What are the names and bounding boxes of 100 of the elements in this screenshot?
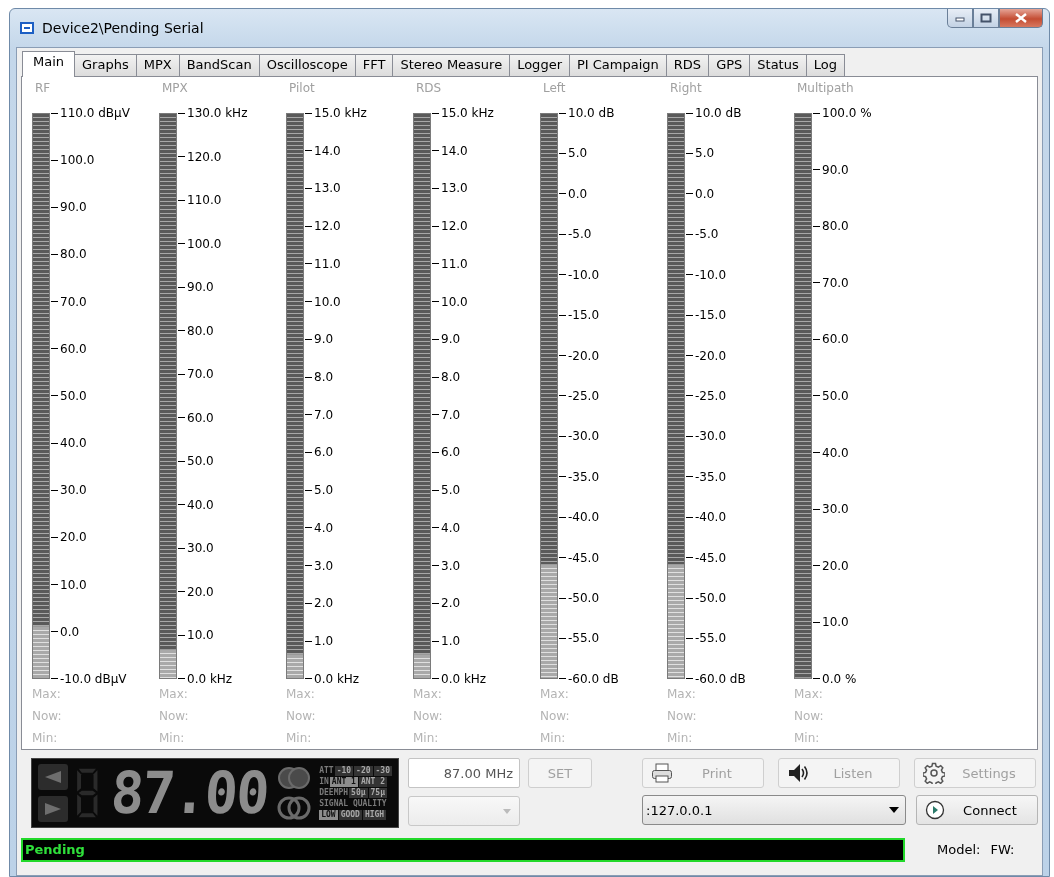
window-icon [20,22,34,34]
minimize-icon [955,14,965,22]
scale-label: -15.0 [695,308,727,323]
tab[interactable]: Logger [509,54,570,76]
scale-label: 20.0 [60,530,87,545]
indicator: -10 [334,766,354,776]
tab[interactable]: Status [749,54,807,76]
scale-label: 20.0 [187,584,214,599]
tab[interactable]: Oscilloscope [258,54,356,76]
scale-label: -60.0 dB [695,671,746,686]
scale-label: 60.0 [60,341,87,356]
host-dropdown[interactable]: :127.0.0.1 [642,795,906,825]
indicator-label: IN [319,777,329,787]
indicator: -20 [354,766,373,776]
scale-label: 4.0 [441,520,461,535]
indicator-label: SIGNAL QUALITY [319,799,388,809]
scale-label: -50.0 [695,591,727,606]
close-button[interactable] [999,9,1043,28]
scale-label: 30.0 [822,502,849,517]
scale-label: 15.0 kHz [314,106,367,120]
scale-label: -5.0 [695,227,719,242]
scale-label: 110.0 dBµV [60,106,130,120]
scale-label: 2.0 [441,596,461,611]
indicator: 75µ [368,788,387,798]
scale-label: 0.0 kHz [441,671,487,686]
indicator: GOOD [338,810,362,820]
indicator: HIGH [362,810,387,820]
scale-label: -25.0 [568,388,600,403]
scale-label: -45.0 [568,550,600,565]
previous-button[interactable] [38,764,68,790]
scale-label: 50.0 [187,454,214,469]
maximize-button[interactable] [973,9,999,28]
scale-label: 14.0 [314,143,341,158]
tab[interactable]: BandScan [178,54,260,76]
speaker-icon [787,762,809,784]
scale-label: 9.0 [441,332,461,347]
minimize-button[interactable] [947,9,973,28]
stat-label: Now: [794,708,825,725]
tab[interactable]: PI Campaign [569,54,667,76]
indicator: 50µ [349,788,368,798]
scale-label: -5.0 [568,227,592,242]
scale-label: -30.0 [568,429,600,444]
meter-label: Pilot [288,81,316,97]
scale-label: 13.0 [314,181,341,196]
scale-label: -45.0 [695,550,727,565]
scale-label: 0.0 [60,624,80,639]
scale-label: 3.0 [314,558,334,573]
indicator: ANT 2 [358,777,387,787]
scale-label: 100.0 [60,153,95,168]
tab[interactable]: Main [22,51,76,77]
stat-label: Max: [540,686,570,703]
scale-label: 5.0 [568,146,588,161]
printer-icon [651,763,673,783]
scale-label: 70.0 [822,275,849,290]
tab[interactable]: RDS [665,54,710,76]
scale-label: 10.0 [822,615,849,630]
stat-label: Min: [540,730,567,747]
stat-label: Min: [159,730,186,747]
frequency-field[interactable]: 87.00 MHz [408,758,520,788]
stat-label: Now: [159,708,190,725]
scale-label: -60.0 dB [568,671,619,686]
scale-label: 5.0 [695,146,715,161]
indicator-label: ATT [319,766,334,776]
indicator: LOW [319,810,338,820]
tab[interactable]: Stereo Measure [392,54,511,76]
indicator-label: DEEMPH [319,788,349,798]
close-icon [1015,13,1027,23]
stat-label: Now: [540,708,571,725]
tab[interactable]: MPX [135,54,180,76]
scale-label: 110.0 [187,193,222,208]
left-arrow-icon [44,770,62,784]
scale-label: 90.0 [822,162,849,177]
meter-label: Left [542,81,567,97]
tab[interactable]: Graphs [74,54,137,76]
scale-label: -20.0 [695,348,727,363]
scale-label: 5.0 [314,483,334,498]
firmware-label: FW: [990,842,1015,857]
scale-label: 7.0 [441,407,461,422]
next-button[interactable] [38,796,68,822]
tab[interactable]: Log [805,54,845,76]
meter-label: RDS [415,81,443,97]
scale-label: 90.0 [187,280,214,295]
scale-label: 12.0 [441,219,468,234]
scale-label: -10.0 [695,267,727,282]
host-value: :127.0.0.1 [646,802,713,818]
scale-label: 50.0 [60,388,87,403]
stat-label: Now: [667,708,698,725]
scale-label: 15.0 kHz [441,106,494,120]
stat-label: Min: [794,730,821,747]
stat-label: Min: [667,730,694,747]
tab[interactable]: GPS [708,54,751,76]
scale-label: 60.0 [822,332,849,347]
scale-label: 70.0 [60,294,87,309]
tab[interactable]: FFT [354,54,394,76]
status-message: Pending [21,837,905,862]
scale-label: 0.0 [695,186,715,201]
connect-button[interactable]: Connect [916,795,1038,825]
scale-label: 11.0 [314,256,341,271]
scale-label: 40.0 [60,436,87,451]
window-title: Device2\Pending Serial [42,20,204,36]
